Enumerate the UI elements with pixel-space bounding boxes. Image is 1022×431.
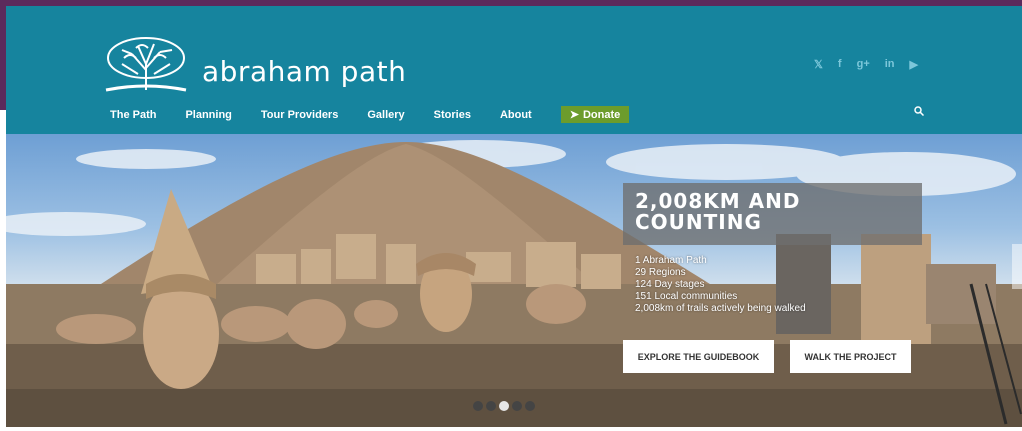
- nav-item-gallery[interactable]: Gallery: [367, 109, 404, 121]
- site-header: abraham path 𝕏 f g+ in ▶ The Path Planni…: [6, 6, 1022, 134]
- hero-stat: 2,008km of trails actively being walked: [635, 303, 806, 314]
- brand-name: abraham path: [202, 55, 407, 88]
- explore-guidebook-button[interactable]: EXPLORE THE GUIDEBOOK: [623, 340, 774, 373]
- nav-item-tour-providers[interactable]: Tour Providers: [261, 109, 338, 121]
- nav-item-the-path[interactable]: The Path: [110, 109, 156, 121]
- slider-dot[interactable]: [486, 401, 496, 411]
- search-button[interactable]: [914, 106, 924, 116]
- hero-stat: 1 Abraham Path: [635, 255, 707, 266]
- hero-title: 2,008KM AND COUNTING: [635, 189, 801, 234]
- arrow-right-icon: ➤: [569, 109, 579, 121]
- slider-dot-active[interactable]: [499, 401, 509, 411]
- tree-icon: [105, 37, 187, 92]
- donate-button[interactable]: ➤ Donate: [560, 106, 630, 123]
- donate-label: Donate: [582, 108, 621, 121]
- site-logo[interactable]: abraham path: [102, 34, 406, 94]
- slider-dots: [473, 401, 535, 411]
- search-icon: [914, 106, 924, 116]
- linkedin-icon[interactable]: in: [885, 58, 895, 71]
- hero-image: [6, 140, 1022, 427]
- walk-the-project-button[interactable]: WALK THE PROJECT: [790, 340, 911, 373]
- nav-item-stories[interactable]: Stories: [434, 109, 471, 121]
- twitter-icon[interactable]: 𝕏: [814, 58, 823, 71]
- slider-dot[interactable]: [525, 401, 535, 411]
- youtube-icon[interactable]: ▶: [910, 58, 918, 71]
- slider-dot[interactable]: [473, 401, 483, 411]
- hero-stats: 1 Abraham Path 29 Regions 124 Day stages…: [635, 255, 806, 315]
- main-nav: The Path Planning Tour Providers Gallery…: [110, 106, 630, 123]
- slider-dot[interactable]: [512, 401, 522, 411]
- hero-stat: 124 Day stages: [635, 279, 705, 290]
- hero-stat: 29 Regions: [635, 267, 686, 278]
- facebook-icon[interactable]: f: [838, 58, 842, 71]
- slider-side-tab[interactable]: [1012, 244, 1022, 289]
- hero-slider: 2,008KM AND COUNTING 1 Abraham Path 29 R…: [6, 134, 1022, 427]
- hero-stat: 151 Local communities: [635, 291, 738, 302]
- nav-item-planning[interactable]: Planning: [185, 109, 231, 121]
- social-links: 𝕏 f g+ in ▶: [814, 58, 918, 71]
- nav-item-about[interactable]: About: [500, 109, 532, 121]
- google-plus-icon[interactable]: g+: [857, 58, 870, 71]
